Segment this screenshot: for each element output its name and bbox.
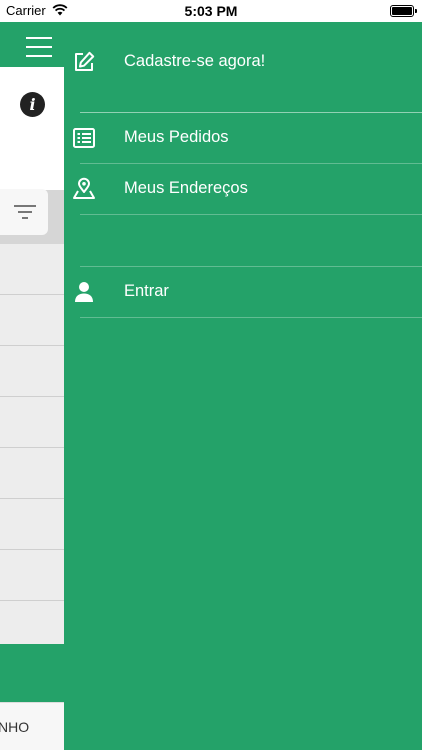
map-pin-icon [73, 177, 95, 199]
list-item[interactable] [0, 448, 64, 499]
menu-item-label: Cadastre-se agora! [124, 52, 266, 70]
menu-icon[interactable] [26, 37, 52, 57]
divider [80, 317, 422, 318]
list-icon [73, 128, 95, 148]
menu-item-label: Meus Endereços [124, 179, 248, 197]
list-item[interactable] [0, 397, 64, 448]
user-icon [75, 282, 93, 302]
clock: 5:03 PM [184, 3, 238, 19]
background-screen: i NHO [0, 22, 64, 750]
background-footer[interactable]: NHO [0, 702, 64, 750]
menu-item-login[interactable]: Entrar [64, 267, 422, 318]
side-drawer: Cadastre-se agora! Meus Pedidos Meus End… [64, 22, 422, 750]
menu-item-orders[interactable]: Meus Pedidos [64, 113, 422, 164]
menu-item-addresses[interactable]: Meus Endereços [64, 164, 422, 215]
battery-icon [390, 5, 417, 17]
edit-icon [75, 51, 95, 71]
list-item[interactable] [0, 244, 64, 295]
info-icon[interactable]: i [20, 92, 45, 117]
background-bottom-bar [0, 644, 64, 702]
menu-item-label: Entrar [124, 282, 169, 300]
menu-item-empty[interactable] [64, 215, 422, 266]
background-header [0, 67, 64, 190]
list-item[interactable] [0, 295, 64, 346]
footer-label: NHO [0, 719, 30, 735]
list-item[interactable] [0, 346, 64, 397]
list-item[interactable] [0, 499, 64, 550]
background-list [0, 244, 64, 652]
filter-icon [14, 205, 36, 219]
list-item[interactable] [0, 550, 64, 601]
status-bar: Carrier 5:03 PM [0, 0, 422, 22]
menu-item-label: Meus Pedidos [124, 128, 229, 146]
menu-item-register[interactable]: Cadastre-se agora! [64, 37, 422, 88]
